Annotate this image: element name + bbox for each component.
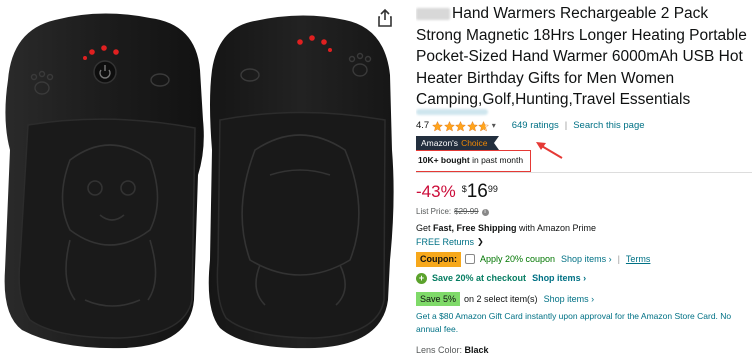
rating-row: 4.7 ▾ 649 ratings | Search this page [416,118,752,134]
apply-coupon-label[interactable]: Apply 20% coupon [480,254,555,264]
fast-free-shipping: Fast, Free Shipping [433,223,517,233]
product-info: Hand Warmers Rechargeable 2 Pack Strong … [416,0,752,357]
star-icon [443,120,455,131]
save-percent-row: Save 5% on 2 select item(s) Shop items › [416,292,594,306]
chevron-down-icon: ❯ [477,237,484,246]
hand-warmer-back [208,15,394,349]
star-icon [478,120,490,131]
ratings-count-link[interactable]: 649 ratings [512,118,559,134]
terms-link[interactable]: Terms [626,254,651,264]
lens-color: Lens Color: Black [416,345,489,355]
bought-in-past-month: 10K+ bought in past month [416,150,531,172]
plus-icon: + [416,272,427,284]
search-this-page-link[interactable]: Search this page [573,118,644,134]
discount-percent: -43% [416,182,456,201]
star-icon [466,120,478,131]
star-rating[interactable] [432,120,490,132]
badge-suffix: Choice [461,136,494,151]
price-fraction: 99 [487,184,498,194]
lens-color-value: Black [464,345,489,355]
list-price-label: List Price: [416,207,452,216]
price-whole: 16 [466,181,488,202]
shipping-info: Get Fast, Free Shipping with Amazon Prim… [416,223,597,233]
shop-items-link[interactable]: Shop items › [544,292,595,306]
coupon-checkbox[interactable] [464,254,475,264]
product-title: Hand Warmers Rechargeable 2 Pack Strong … [416,5,747,108]
checkout-savings-text: Save 20% at checkout [432,273,527,283]
hand-warmer-front [4,13,204,349]
coupon-tag: Coupon: [416,251,461,267]
checkout-savings-row: + Save 20% at checkout Shop items › [416,271,586,285]
chevron-down-icon[interactable]: ▾ [492,118,496,134]
info-icon[interactable]: i [481,208,489,216]
share-icon[interactable] [376,8,394,28]
save-tag: Save 5% [416,292,461,306]
bought-count: 10K+ bought [418,155,470,165]
list-price-value: $29.99 [454,207,479,216]
product-image[interactable] [0,0,400,357]
star-icon [455,120,467,131]
separator: | [617,254,620,264]
star-icon [432,120,444,131]
separator: | [564,120,568,131]
badge-prefix: Amazon's [416,136,462,151]
amazons-choice-badge[interactable]: Amazon's Choice [416,136,499,151]
gift-card-offer-link[interactable]: Get a $80 Amazon Gift Card instantly upo… [416,310,752,336]
store-link-blur [416,109,488,115]
brand-mask [416,7,450,20]
arrow-icon [536,142,563,159]
rating-value: 4.7 [416,120,430,131]
badge-tail [493,136,499,150]
shop-items-link[interactable]: Shop items › [561,254,612,264]
list-price: List Price: $29.99 i [416,206,489,218]
bought-period: in past month [472,155,524,165]
coupon-row: Coupon: Apply 20% coupon Shop items › | … [416,251,650,267]
price-row: -43% $ 16 99 [416,178,498,206]
free-returns-link[interactable]: FREE Returns ❯ [416,236,484,248]
shop-items-link[interactable]: Shop items › [532,271,586,285]
save-text: on 2 select item(s) [464,294,538,304]
divider [416,172,752,173]
